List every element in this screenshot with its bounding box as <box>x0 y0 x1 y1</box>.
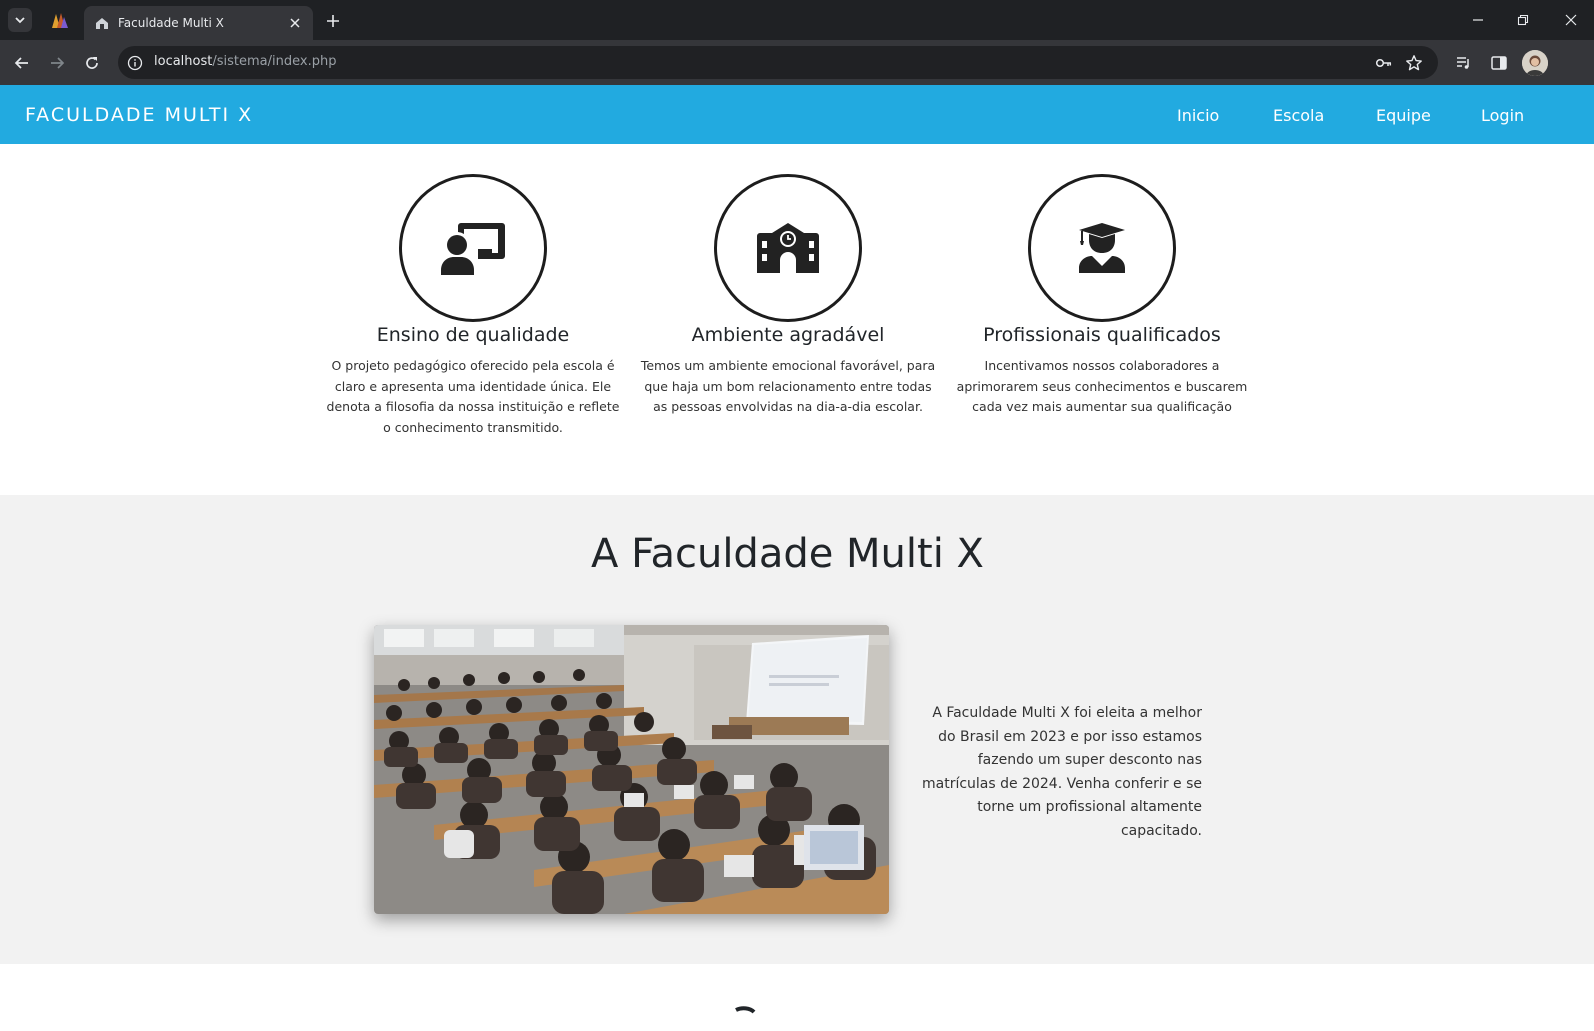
restore-icon <box>1517 14 1529 26</box>
feature-description: O projeto pedagógico oferecido pela esco… <box>326 358 620 435</box>
pinned-site-icon <box>52 13 68 28</box>
feature-icon-circle <box>399 174 547 322</box>
feature-card-profissionais: Profissionais qualificados Incentivamos … <box>952 174 1252 418</box>
nav-link-login[interactable]: Login <box>1481 106 1524 125</box>
address-bar[interactable]: localhost/sistema/index.php <box>118 46 1438 79</box>
about-section: A Faculdade Multi X A Faculdade Multi X … <box>0 495 1594 964</box>
close-tab-icon[interactable] <box>287 15 303 31</box>
nav-link-escola[interactable]: Escola <box>1273 106 1324 125</box>
back-button[interactable] <box>9 50 35 76</box>
feature-title: Profissionais qualificados <box>983 324 1221 346</box>
feature-icon-circle <box>714 174 862 322</box>
feature-description: Incentivamos nossos colaboradores a apri… <box>956 358 1248 414</box>
features-section: Ensino de qualidade O projeto pedagógico… <box>0 144 1594 495</box>
minimize-icon <box>1473 19 1483 21</box>
feature-card-ambiente: Ambiente agradável Temos um ambiente emo… <box>638 174 938 418</box>
side-panel-icon <box>1491 56 1507 70</box>
minimize-window-button[interactable] <box>1463 6 1493 34</box>
chevron-down-icon <box>15 17 25 24</box>
nav-link-inicio[interactable]: Inicio <box>1177 106 1219 125</box>
section-heading-fragment <box>735 1006 756 1014</box>
plus-icon <box>327 15 339 27</box>
tab-search-dropdown-button[interactable] <box>8 8 32 32</box>
feature-description: Temos um ambiente emocional favorável, p… <box>640 358 936 414</box>
site-navbar: FACULDADE MULTI X Inicio Escola Equipe L… <box>0 85 1594 144</box>
feature-title: Ambiente agradável <box>691 324 885 346</box>
profile-avatar[interactable] <box>1522 50 1548 76</box>
nav-link-equipe[interactable]: Equipe <box>1376 106 1431 125</box>
side-panel-button[interactable] <box>1487 51 1511 75</box>
reload-button[interactable] <box>79 50 105 76</box>
lecture-hall-image <box>374 625 889 914</box>
reload-icon <box>86 57 98 69</box>
user-avatar-icon <box>1522 50 1548 76</box>
active-tab[interactable]: Faculdade Multi X <box>84 6 313 40</box>
graduate-icon <box>1079 223 1125 273</box>
bookmark-star-icon[interactable] <box>1404 53 1424 73</box>
lecture-hall-photo <box>374 625 889 914</box>
browser-toolbar: localhost/sistema/index.php <box>0 40 1594 85</box>
feature-icon-circle <box>1028 174 1176 322</box>
brand-logo-link[interactable]: FACULDADE MULTI X <box>25 104 253 126</box>
page-favicon-icon <box>94 15 110 31</box>
feature-title: Ensino de qualidade <box>376 324 570 346</box>
media-controls-button[interactable] <box>1452 51 1476 75</box>
site-info-icon[interactable] <box>126 54 144 72</box>
password-key-icon[interactable] <box>1374 53 1394 73</box>
browser-tab-bar: Faculdade Multi X <box>0 0 1594 40</box>
forward-button[interactable] <box>44 50 70 76</box>
next-section <box>0 964 1594 1031</box>
new-tab-button[interactable] <box>322 10 344 32</box>
url-path: /sistema/index.php <box>212 54 337 69</box>
tab-title: Faculdade Multi X <box>118 16 224 30</box>
about-heading: A Faculdade Multi X <box>591 531 984 577</box>
school-building-icon <box>757 223 819 273</box>
arrow-right-icon <box>51 57 65 69</box>
about-description: A Faculdade Multi X foi eleita a melhor … <box>922 705 1202 839</box>
close-icon <box>1565 14 1577 26</box>
url-text: localhost/sistema/index.php <box>154 54 336 69</box>
restore-window-button[interactable] <box>1508 6 1538 34</box>
pinned-tab[interactable] <box>46 8 74 32</box>
playlist-icon <box>1457 57 1469 69</box>
close-window-button[interactable] <box>1556 6 1586 34</box>
teacher-board-icon <box>441 223 505 275</box>
feature-card-ensino: Ensino de qualidade O projeto pedagógico… <box>323 174 623 438</box>
url-host: localhost <box>154 54 213 69</box>
arrow-left-icon <box>14 57 28 69</box>
